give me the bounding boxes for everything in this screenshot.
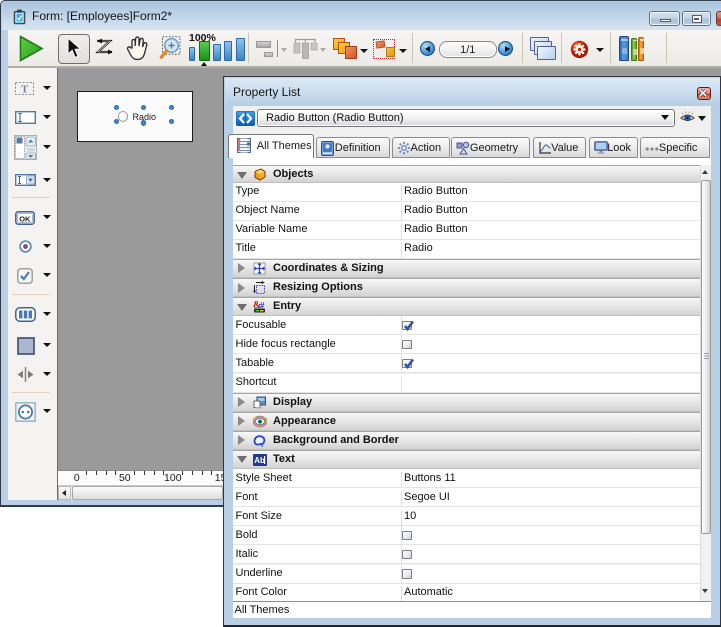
svg-text:OK: OK [19,214,31,223]
svg-text:Ab: Ab [254,456,265,465]
svg-text:T: T [21,84,29,96]
